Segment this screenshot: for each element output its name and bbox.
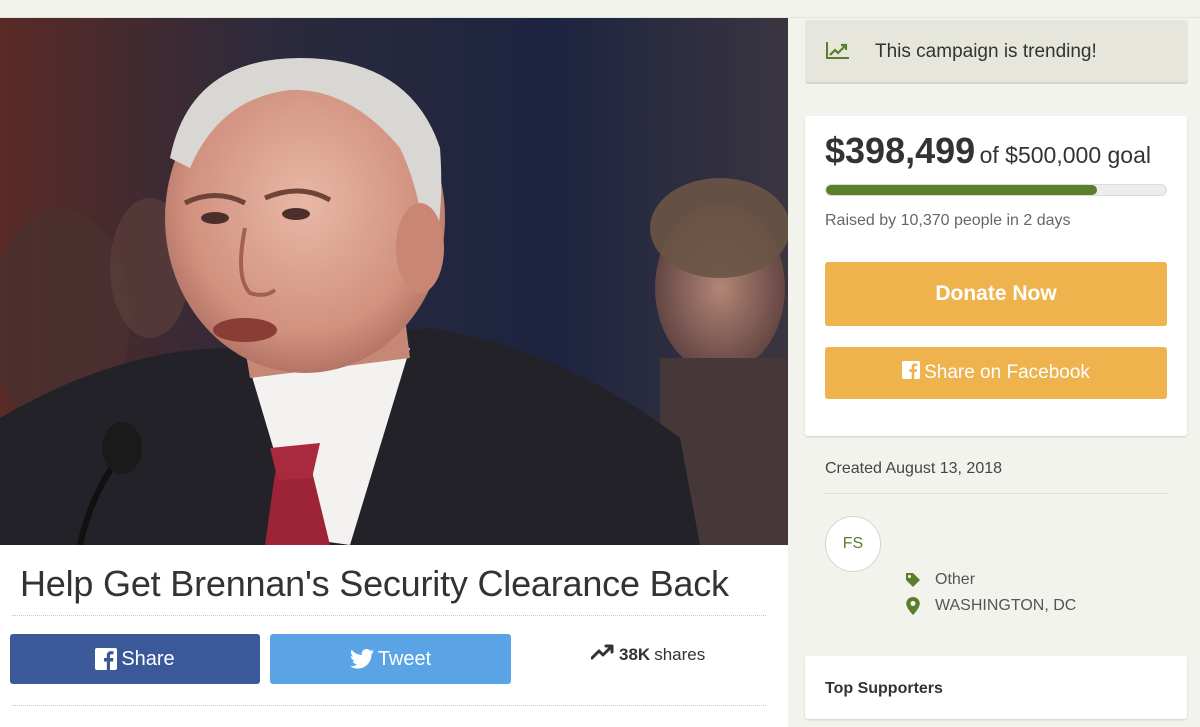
share-on-facebook-label: Share on Facebook: [924, 362, 1090, 383]
location-label: WASHINGTON, DC: [935, 597, 1077, 614]
donation-card: $398,499 of $500,000 goal Raised by 10,3…: [805, 116, 1187, 436]
category-label[interactable]: Other: [935, 571, 975, 589]
organizer-avatar[interactable]: FS: [825, 516, 881, 572]
top-bar: [0, 0, 1200, 18]
category-row: Other: [905, 571, 975, 589]
top-supporters-panel: Top Supporters: [805, 656, 1187, 719]
tweet-label: Tweet: [377, 647, 432, 670]
progress-bar: [825, 184, 1167, 196]
share-count: 38K shares: [590, 644, 706, 665]
twitter-bird-icon: [349, 649, 374, 669]
share-count-value: 38K: [619, 644, 651, 664]
share-on-facebook-button[interactable]: Share on Facebook: [825, 347, 1167, 399]
donate-now-button[interactable]: Donate Now: [825, 262, 1167, 326]
raised-by-text: Raised by 10,370 people in 2 days: [825, 212, 1071, 229]
tweet-button[interactable]: Tweet: [270, 634, 511, 684]
goal-text: of $500,000 goal: [979, 142, 1151, 168]
trending-arrow-icon: [590, 644, 615, 665]
trending-chart-icon: [825, 42, 849, 65]
facebook-share-button[interactable]: Share: [10, 634, 260, 684]
top-supporters-heading: Top Supporters: [825, 680, 943, 697]
raised-amount: $398,499: [825, 130, 976, 171]
location-row: WASHINGTON, DC: [905, 597, 1076, 615]
map-pin-icon: [905, 597, 921, 615]
campaign-title: Help Get Brennan's Security Clearance Ba…: [20, 563, 729, 604]
facebook-icon: [95, 648, 118, 670]
campaign-main: Help Get Brennan's Security Clearance Ba…: [0, 18, 788, 727]
campaign-hero-image: [0, 18, 788, 545]
tag-icon: [905, 572, 921, 588]
amount-raised: $398,499 of $500,000 goal: [825, 130, 1151, 172]
trending-text: This campaign is trending!: [875, 41, 1097, 62]
facebook-icon: [902, 361, 921, 385]
shares-word: shares: [654, 644, 706, 664]
created-date: Created August 13, 2018: [825, 460, 1003, 477]
divider: [12, 705, 766, 706]
progress-fill: [826, 185, 1097, 195]
trending-banner: This campaign is trending!: [805, 20, 1188, 84]
divider: [12, 615, 766, 616]
divider: [825, 493, 1167, 494]
facebook-share-label: Share: [121, 647, 175, 670]
